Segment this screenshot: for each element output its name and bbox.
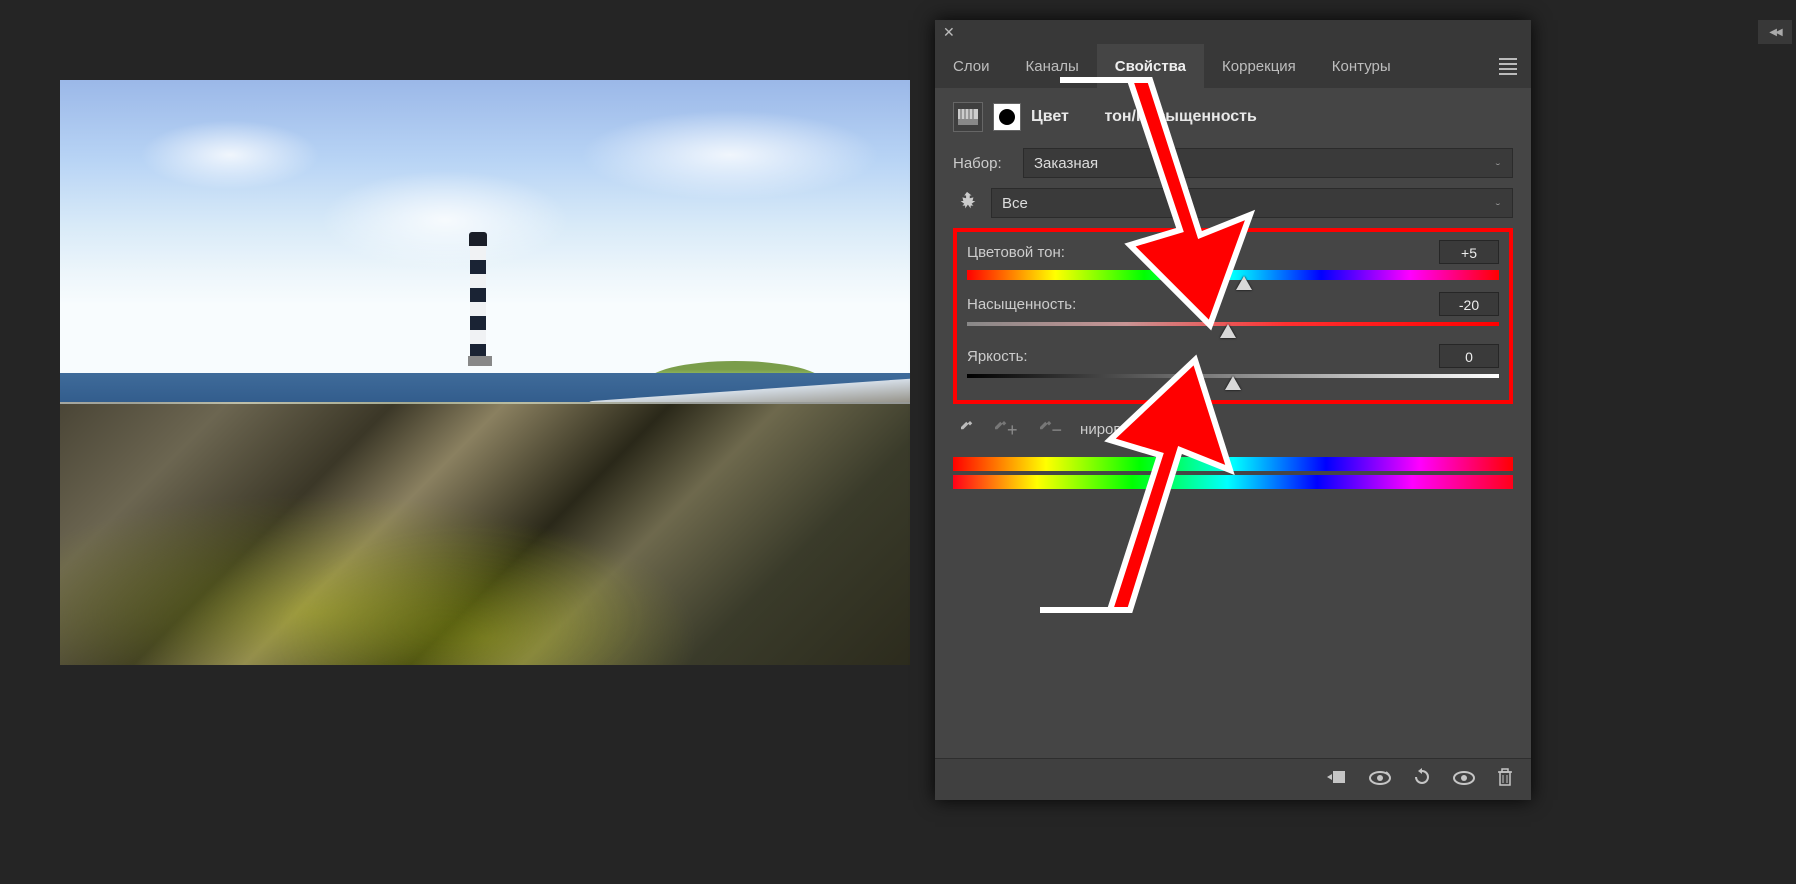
trash-icon[interactable] — [1497, 768, 1513, 791]
document-canvas[interactable] — [60, 80, 910, 665]
saturation-label: Насыщенность: — [967, 296, 1076, 313]
saturation-slider[interactable] — [967, 322, 1499, 332]
adjustment-title: Цвет xxx тон/Насыщенность — [1031, 108, 1257, 126]
eyedropper-subtract-icon[interactable]: − — [1032, 416, 1065, 443]
hue-label: Цветовой тон: — [967, 244, 1065, 261]
adjustment-type-icon — [953, 102, 983, 132]
lightness-label: Яркость: — [967, 348, 1028, 365]
eyedropper-icon[interactable] — [953, 416, 975, 443]
color-range-dropdown[interactable]: Все ⌄ — [991, 188, 1513, 218]
tab-layers[interactable]: Слои — [935, 44, 1007, 88]
view-previous-state-icon[interactable] — [1369, 770, 1391, 790]
preset-dropdown[interactable]: Заказная ⌄ — [1023, 148, 1513, 178]
tab-channels[interactable]: Каналы — [1007, 44, 1096, 88]
clip-to-layer-icon[interactable] — [1327, 769, 1347, 790]
properties-panel: ✕ Слои Каналы Свойства Коррекция Контуры… — [935, 20, 1531, 800]
tab-properties[interactable]: Свойства — [1097, 44, 1204, 88]
panel-footer — [935, 758, 1531, 800]
highlighted-sliders-region: Цветовой тон: +5 Насыщенность: -20 — [953, 228, 1513, 404]
hue-value-input[interactable]: +5 — [1439, 240, 1499, 264]
tab-adjustments[interactable]: Коррекция — [1204, 44, 1314, 88]
collapse-icon[interactable]: ◀◀ — [1758, 20, 1792, 44]
preset-label: Набор: — [953, 155, 1013, 172]
image-preview — [60, 80, 910, 665]
targeted-adjustment-icon[interactable] — [953, 190, 981, 217]
lightness-slider-thumb[interactable] — [1225, 376, 1241, 390]
panel-tabs: Слои Каналы Свойства Коррекция Контуры — [935, 44, 1531, 88]
hue-slider[interactable] — [967, 270, 1499, 280]
saturation-slider-thumb[interactable] — [1220, 324, 1236, 338]
close-icon[interactable]: ✕ — [943, 24, 955, 41]
tab-paths[interactable]: Контуры — [1314, 44, 1409, 88]
color-spectrum-bottom — [953, 475, 1513, 489]
visibility-icon[interactable] — [1453, 770, 1475, 790]
hue-slider-thumb[interactable] — [1236, 276, 1252, 290]
reset-icon[interactable] — [1413, 768, 1431, 791]
lightness-slider[interactable] — [967, 374, 1499, 384]
saturation-value-input[interactable]: -20 — [1439, 292, 1499, 316]
colorize-label: нирование — [1080, 421, 1155, 438]
color-spectrum-top — [953, 457, 1513, 471]
eyedropper-add-icon[interactable]: + — [987, 416, 1020, 443]
lightness-value-input[interactable]: 0 — [1439, 344, 1499, 368]
chevron-down-icon: ⌄ — [1494, 200, 1502, 207]
chevron-down-icon: ⌄ — [1494, 160, 1502, 167]
panel-menu-icon[interactable] — [1485, 44, 1531, 88]
layer-mask-icon[interactable] — [993, 103, 1021, 131]
